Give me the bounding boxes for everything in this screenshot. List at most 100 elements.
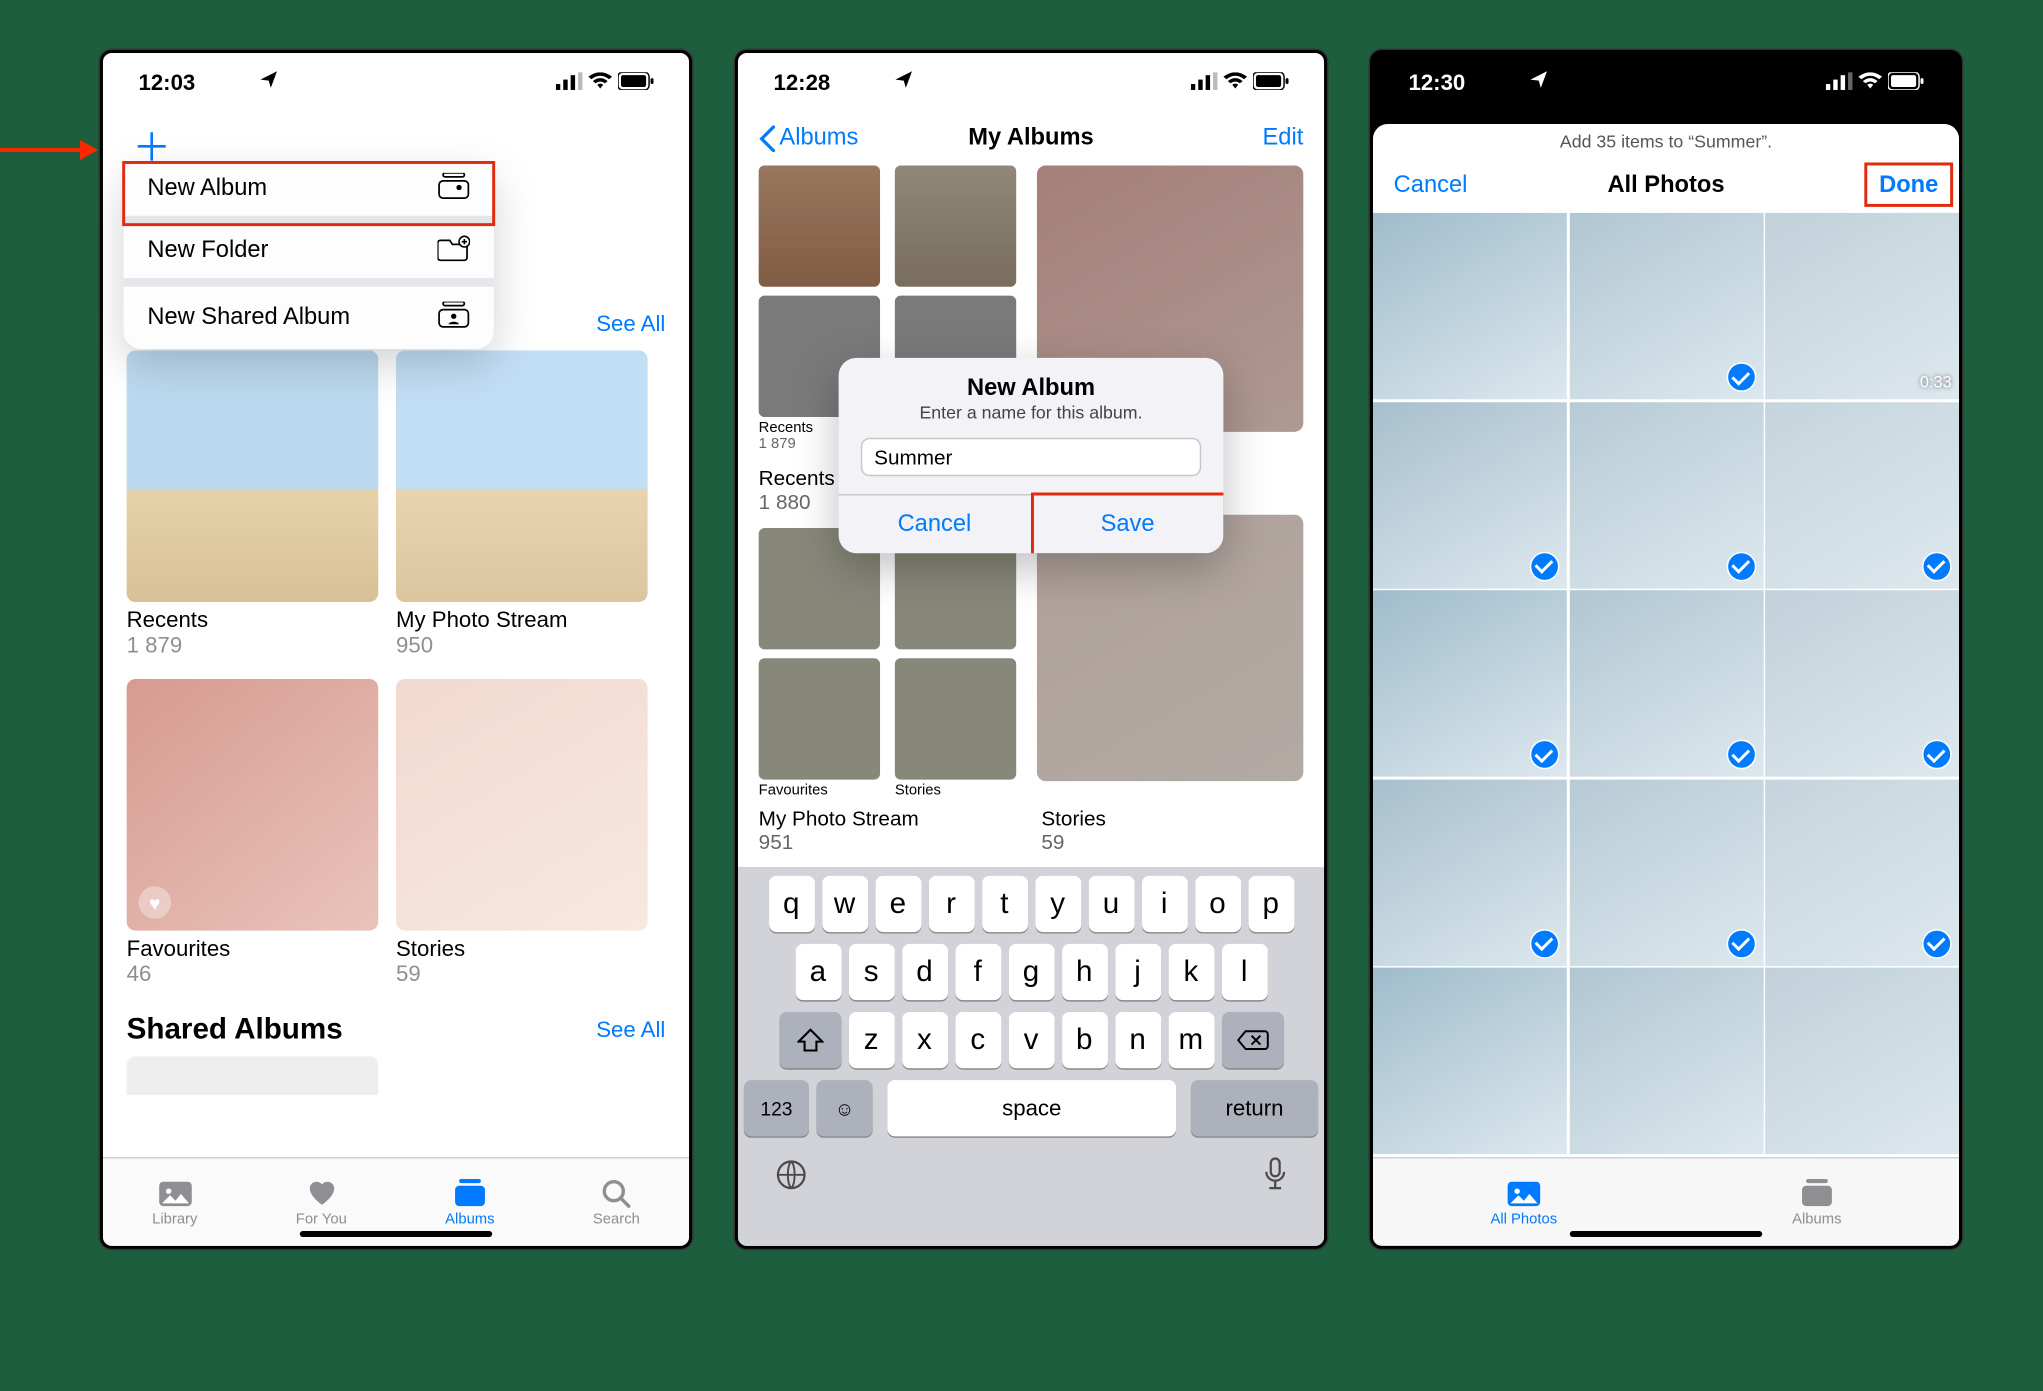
photo-cell[interactable] [1765,968,1959,1154]
tab-library[interactable]: Library [152,1176,197,1228]
photo-cell[interactable] [1569,590,1763,776]
cell-signal-icon [556,70,583,95]
photo-cell[interactable] [1765,402,1959,588]
shift-key[interactable] [779,1012,841,1068]
status-time: 12:28 [773,70,830,95]
key-y[interactable]: y [1035,876,1081,932]
tab-albums[interactable]: Albums [1792,1176,1841,1228]
location-icon [259,69,280,96]
menu-item-new-shared-album[interactable]: New Shared Album [124,287,494,349]
key-x[interactable]: x [902,1012,948,1068]
selection-check-icon [1530,551,1560,581]
numbers-key[interactable]: 123 [744,1080,809,1136]
backspace-key[interactable] [1221,1012,1283,1068]
key-l[interactable]: l [1221,944,1267,1000]
photo-cell[interactable] [1569,402,1763,588]
emoji-key[interactable]: ☺ [816,1080,872,1136]
status-time: 12:03 [138,70,195,95]
wifi-icon [1223,70,1247,95]
photo-cell[interactable] [1373,779,1567,965]
keyboard: qwertyuiop asdfghjkl zxcvbnm 123 ☺ space… [738,867,1324,1246]
photo-cell[interactable] [1373,402,1567,588]
photo-cell[interactable] [1569,968,1763,1154]
phone-screen-2: 12:28 Albums My Albums Edit [735,50,1327,1249]
cancel-button[interactable]: Cancel [1394,173,1468,200]
photo-cell[interactable] [1373,968,1567,1154]
favourite-icon: ♥ [138,886,171,919]
see-all-link[interactable]: See All [596,1018,665,1043]
key-e[interactable]: e [875,876,921,932]
album-tile[interactable]: Recents 1 879 [127,350,379,658]
selection-check-icon [1530,740,1560,770]
wifi-icon [1858,70,1882,95]
key-f[interactable]: f [955,944,1001,1000]
key-k[interactable]: k [1168,944,1214,1000]
key-t[interactable]: t [981,876,1027,932]
dictation-key[interactable] [1262,1156,1289,1199]
key-d[interactable]: d [902,944,948,1000]
photo-cell[interactable]: 0:33 [1765,213,1959,399]
tab-for-you[interactable]: For You [296,1176,347,1228]
key-h[interactable]: h [1061,944,1107,1000]
key-m[interactable]: m [1168,1012,1214,1068]
photo-cell[interactable] [1373,213,1567,399]
globe-key[interactable] [773,1156,809,1199]
selection-check-icon [1922,740,1952,770]
key-g[interactable]: g [1008,944,1054,1000]
key-i[interactable]: i [1141,876,1187,932]
album-tile[interactable]: ♥ Favourites 46 [127,679,379,987]
album-name-input[interactable] [861,438,1201,476]
album-tile[interactable]: My Photo Stream 950 [396,350,648,658]
key-s[interactable]: s [848,944,894,1000]
tab-label: Albums [445,1212,494,1228]
album-tile[interactable]: Stories 59 [396,679,648,987]
battery-icon [1888,70,1924,95]
selection-check-icon [1922,928,1952,958]
photo-cell[interactable] [1569,213,1763,399]
space-key[interactable]: space [887,1080,1176,1136]
key-z[interactable]: z [848,1012,894,1068]
album-count: 46 [127,962,379,987]
key-a[interactable]: a [795,944,841,1000]
key-n[interactable]: n [1115,1012,1161,1068]
photo-cell[interactable] [1373,590,1567,776]
key-u[interactable]: u [1088,876,1134,932]
selection-check-icon [1530,928,1560,958]
status-bar: 12:28 [738,53,1324,112]
selection-check-icon [1726,928,1756,958]
tab-search[interactable]: Search [593,1176,640,1228]
shared-albums-heading: Shared Albums [127,1013,343,1047]
key-v[interactable]: v [1008,1012,1054,1068]
key-w[interactable]: w [822,876,868,932]
key-q[interactable]: q [768,876,814,932]
save-button[interactable]: Save [1032,495,1224,553]
return-key[interactable]: return [1191,1080,1318,1136]
menu-item-new-album[interactable]: New Album [124,162,494,224]
photo-cell[interactable] [1765,590,1959,776]
new-album-alert: New Album Enter a name for this album. C… [839,358,1224,553]
edit-button[interactable]: Edit [1263,125,1304,152]
key-p[interactable]: p [1248,876,1294,932]
tab-label: For You [296,1212,347,1228]
key-j[interactable]: j [1115,944,1161,1000]
cancel-button[interactable]: Cancel [839,495,1032,553]
see-all-link[interactable]: See All [596,312,665,337]
home-indicator[interactable] [300,1231,492,1237]
menu-item-new-folder[interactable]: New Folder [124,225,494,287]
tab-albums[interactable]: Albums [445,1176,494,1228]
home-indicator[interactable] [1570,1231,1762,1237]
phone-screen-1: 12:03 ＋ My Albums See All [100,50,692,1249]
album-person-icon [437,301,470,335]
key-c[interactable]: c [955,1012,1001,1068]
done-button[interactable]: Done [1879,173,1938,200]
back-button[interactable]: Albums [759,125,859,152]
key-r[interactable]: r [928,876,974,932]
photo-cell[interactable] [1765,779,1959,965]
tab-all-photos[interactable]: All Photos [1490,1176,1557,1228]
status-time: 12:30 [1408,70,1465,95]
key-b[interactable]: b [1061,1012,1107,1068]
key-o[interactable]: o [1195,876,1241,932]
album-stack-icon [437,172,470,206]
photo-cell[interactable] [1569,779,1763,965]
back-label: Albums [779,125,858,152]
